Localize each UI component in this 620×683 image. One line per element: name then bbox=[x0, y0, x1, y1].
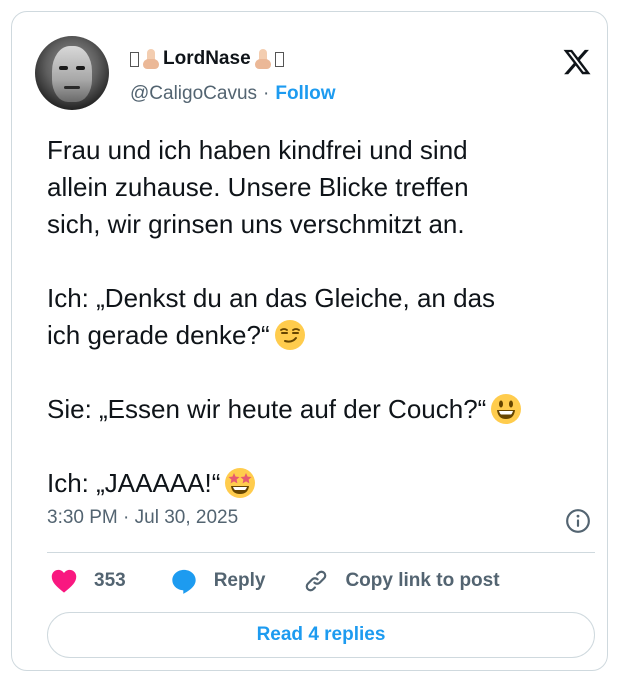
author-display-name: LordNase bbox=[163, 48, 251, 69]
tweet-timestamp[interactable]: 3:30 PM · Jul 30, 2025 bbox=[47, 507, 238, 529]
author-name-row[interactable]: LordNase bbox=[130, 46, 284, 72]
author-handle[interactable]: @CaligoCavus bbox=[130, 83, 257, 105]
follow-button[interactable]: Follow bbox=[275, 83, 335, 105]
heart-icon bbox=[51, 569, 77, 593]
read-replies-button[interactable]: Read 4 replies bbox=[47, 612, 595, 658]
grinning-face-emoji-icon bbox=[491, 394, 522, 424]
tweet-line: Ich: „Denkst du an das Gleiche, an das bbox=[47, 283, 496, 313]
like-button[interactable]: 353 bbox=[50, 568, 126, 594]
tweet-line: Ich: „JAAAAA!“ bbox=[47, 465, 587, 502]
tweet-line: ich gerade denke?“ bbox=[47, 317, 587, 354]
tweet-line: Frau und ich haben kindfrei und sind bbox=[47, 135, 468, 165]
avatar-eye-right bbox=[76, 66, 85, 70]
reply-bubble-icon bbox=[172, 569, 196, 594]
nose-emoji-icon bbox=[254, 49, 271, 69]
reply-label: Reply bbox=[213, 570, 266, 591]
nose-emoji-icon bbox=[143, 49, 159, 69]
copy-link-button[interactable]: Copy link to post bbox=[303, 568, 500, 594]
tweet-line-text: ich gerade denke?“ bbox=[47, 320, 270, 350]
avatar-face bbox=[52, 46, 92, 102]
info-icon[interactable] bbox=[565, 508, 591, 534]
avatar[interactable] bbox=[35, 36, 109, 110]
tweet-line-text: Sie: „Essen wir heute auf der Couch?“ bbox=[47, 394, 487, 424]
divider bbox=[47, 552, 595, 553]
avatar-mouth bbox=[64, 86, 80, 89]
like-count: 353 bbox=[94, 570, 126, 591]
author-handle-row: @CaligoCavus · Follow bbox=[130, 82, 336, 106]
x-logo-icon[interactable] bbox=[561, 47, 593, 77]
reply-button[interactable]: Reply bbox=[170, 567, 266, 595]
missing-glyph-icon bbox=[274, 51, 284, 67]
tweet-line: sich, wir grinsen uns verschmitzt an. bbox=[47, 209, 465, 239]
smirking-face-emoji-icon bbox=[274, 320, 305, 350]
tweet-line: Sie: „Essen wir heute auf der Couch?“ bbox=[47, 391, 587, 428]
tweet-text: Frau und ich haben kindfrei und sind all… bbox=[47, 132, 587, 502]
tweet-line: allein zuhause. Unsere Blicke treffen bbox=[47, 172, 469, 202]
star-struck-emoji-icon bbox=[225, 468, 256, 498]
action-bar: 353 Reply Copy link to post bbox=[50, 567, 500, 595]
missing-glyph-icon bbox=[130, 51, 139, 67]
link-icon bbox=[306, 570, 327, 592]
copy-link-label: Copy link to post bbox=[345, 570, 500, 591]
tweet-card: LordNase @CaligoCavus · Follow Frau und … bbox=[11, 11, 608, 671]
tweet-line-text: Ich: „JAAAAA!“ bbox=[47, 468, 221, 498]
avatar-eye-left bbox=[59, 66, 68, 70]
separator-dot: · bbox=[263, 83, 270, 104]
